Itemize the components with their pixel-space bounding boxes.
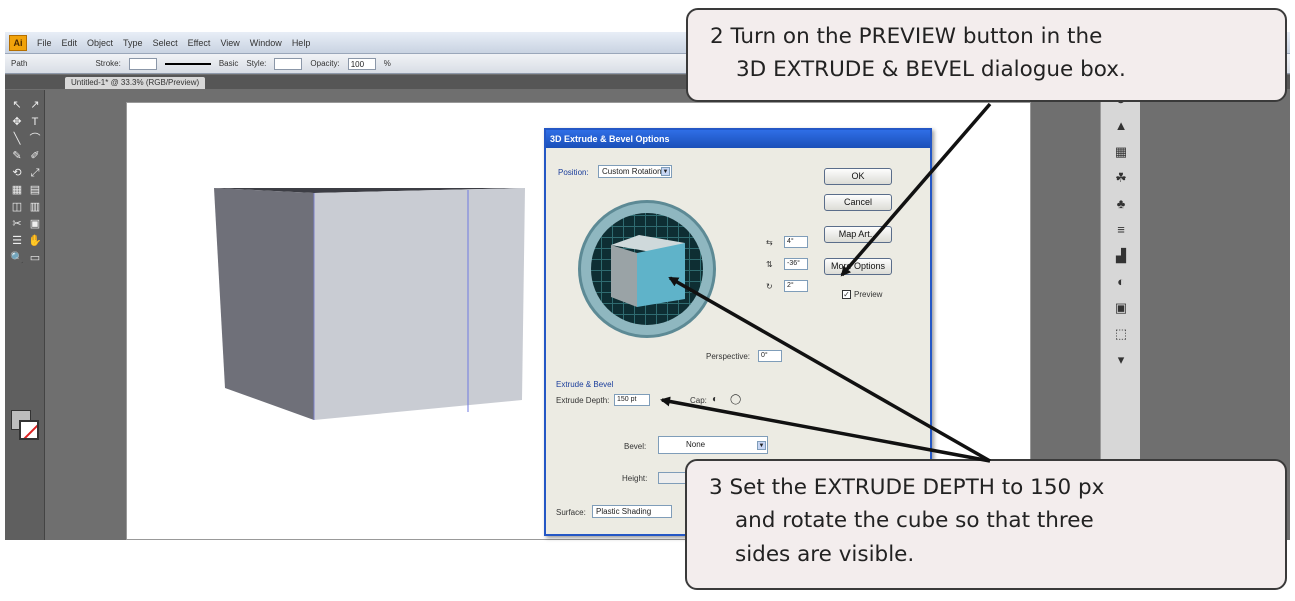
extrude-section-header: Extrude & Bevel	[556, 380, 614, 389]
document-tab[interactable]: Untitled-1* @ 33.3% (RGB/Preview)	[65, 77, 206, 89]
tool-9-icon[interactable]: ⤢	[27, 166, 43, 180]
map-art-button[interactable]: Map Art...	[824, 226, 892, 243]
cap-label: Cap:	[690, 396, 707, 405]
stroke-weight-field[interactable]	[128, 57, 157, 70]
tool-5-icon[interactable]: ⌒	[27, 132, 43, 146]
surface-dropdown[interactable]: Plastic Shading	[592, 505, 672, 518]
brush-basic-label[interactable]: Basic	[219, 59, 239, 68]
cap-on-icon[interactable]: ◐	[712, 394, 718, 405]
tool-19-icon[interactable]: ▭	[27, 251, 43, 265]
dock-panel-1-icon[interactable]: ▲	[1101, 113, 1141, 139]
height-label: Height:	[622, 474, 648, 483]
position-dropdown[interactable]: Custom Rotation ▼	[598, 165, 672, 178]
perspective-label: Perspective:	[706, 352, 751, 361]
tool-2-icon[interactable]: ✥	[9, 115, 25, 129]
menu-select[interactable]: Select	[153, 38, 178, 48]
tool-13-icon[interactable]: ▥	[27, 200, 43, 214]
rotate-y-icon: ⇅	[766, 260, 773, 269]
chevron-down-icon: ▼	[661, 167, 670, 176]
callout-3-line-1: 3 Set the EXTRUDE DEPTH to 150 px	[709, 475, 1105, 500]
dock-panel-3-icon[interactable]: ☘	[1101, 165, 1141, 191]
angle-x-field[interactable]: 4°	[784, 236, 808, 248]
bevel-value: None	[686, 440, 706, 449]
bevel-chevron-down-icon: ▼	[757, 441, 766, 450]
tool-12-icon[interactable]: ◫	[9, 200, 25, 214]
stroke-swatch[interactable]	[19, 420, 39, 440]
more-options-button[interactable]: More Options	[824, 258, 892, 275]
callout-3-line-3: sides are visible.	[735, 541, 915, 567]
dialog-title: 3D Extrude & Bevel Options	[546, 130, 930, 148]
tool-4-icon[interactable]: ╲	[9, 132, 25, 146]
style-label: Style:	[246, 59, 267, 68]
stroke-profile-preview[interactable]	[164, 62, 211, 65]
tool-18-icon[interactable]: 🔍	[9, 251, 25, 265]
bevel-dropdown[interactable]: None ▼	[658, 436, 768, 454]
dock-panel-5-icon[interactable]: ≡	[1101, 217, 1141, 243]
opacity-field[interactable]: 100	[347, 57, 376, 70]
trackball-cube-front	[637, 243, 685, 307]
menu-view[interactable]: View	[220, 38, 239, 48]
ok-button[interactable]: OK	[824, 168, 892, 185]
dock-panel-8-icon[interactable]: ▣	[1101, 295, 1141, 321]
opacity-percent: %	[383, 59, 391, 68]
tool-7-icon[interactable]: ✐	[27, 149, 43, 163]
menu-type[interactable]: Type	[123, 38, 143, 48]
menu-effect[interactable]: Effect	[188, 38, 211, 48]
menu-file[interactable]: File	[37, 38, 52, 48]
dock-panel-4-icon[interactable]: ♣	[1101, 191, 1141, 217]
tool-grid: ↖ ↗ ✥ T ╲ ⌒ ✎ ✐ ⟲ ⤢ ▦ ▤ ◫ ▥ ✂ ▣ ☰ ✋ 🔍 ▭	[9, 98, 43, 265]
dock-panel-10-icon[interactable]: ▾	[1101, 347, 1141, 373]
extrude-depth-label: Extrude Depth:	[556, 396, 610, 405]
tool-10-icon[interactable]: ▦	[9, 183, 25, 197]
callout-2-line-1: 2 Turn on the PREVIEW button in the	[710, 24, 1103, 49]
position-value: Custom Rotation	[602, 167, 662, 176]
tool-8-icon[interactable]: ⟲	[9, 166, 25, 180]
bevel-label: Bevel:	[624, 442, 647, 451]
menu-edit[interactable]: Edit	[62, 38, 78, 48]
menu-help[interactable]: Help	[292, 38, 311, 48]
angle-y-field[interactable]: -36°	[784, 258, 808, 270]
tool-11-icon[interactable]: ▤	[27, 183, 43, 197]
rotate-x-icon: ⇆	[766, 238, 773, 247]
dock-panel-6-icon[interactable]: ▟	[1101, 243, 1141, 269]
trackball-cube-svg	[611, 235, 685, 307]
tool-17-icon[interactable]: ✋	[27, 234, 43, 248]
tool-3-icon[interactable]: T	[27, 115, 43, 129]
preview-label: Preview	[854, 290, 883, 299]
tool-14-icon[interactable]: ✂	[9, 217, 25, 231]
menu-object[interactable]: Object	[87, 38, 113, 48]
tool-15-icon[interactable]: ▣	[27, 217, 43, 231]
cap-off-icon[interactable]: ◯	[730, 394, 741, 405]
dock-panel-7-icon[interactable]: ◐	[1101, 269, 1141, 295]
rotate-z-icon: ↻	[766, 282, 773, 291]
angle-z-field[interactable]: 2°	[784, 280, 808, 292]
position-label: Position:	[558, 168, 589, 177]
callout-2-line-2: 3D EXTRUDE & BEVEL dialogue box.	[736, 57, 1126, 83]
callout-step-2: 2 Turn on the PREVIEW button in the 3D E…	[686, 8, 1287, 102]
tool-16-icon[interactable]: ☰	[9, 234, 25, 248]
style-swatch[interactable]	[274, 57, 303, 70]
stroke-label: Stroke:	[95, 59, 121, 68]
callout-3-line-2: and rotate the cube so that three	[735, 508, 1094, 534]
tool-6-icon[interactable]: ✎	[9, 149, 25, 163]
illustrator-logo: Ai	[9, 34, 27, 51]
dock-panel-9-icon[interactable]: ⬚	[1101, 321, 1141, 347]
surface-value: Plastic Shading	[596, 507, 652, 516]
cancel-button[interactable]: Cancel	[824, 194, 892, 211]
tools-panel: ↖ ↗ ✥ T ╲ ⌒ ✎ ✐ ⟲ ⤢ ▦ ▤ ◫ ▥ ✂ ▣ ☰ ✋ 🔍 ▭	[5, 90, 45, 540]
object-type-label: Path	[11, 59, 28, 68]
extrude-depth-field[interactable]: 150 pt	[614, 394, 650, 406]
surface-label: Surface:	[556, 508, 586, 517]
trackball-cube-left	[611, 245, 637, 307]
preview-checkbox[interactable]: ✓	[842, 290, 851, 299]
menu-window[interactable]: Window	[250, 38, 282, 48]
tool-1-icon[interactable]: ↗	[27, 98, 43, 112]
tool-0-icon[interactable]: ↖	[9, 98, 25, 112]
opacity-label: Opacity:	[310, 59, 340, 68]
rotation-trackball[interactable]	[578, 200, 716, 338]
dock-panel-2-icon[interactable]: ▦	[1101, 139, 1141, 165]
perspective-field[interactable]: 0°	[758, 350, 782, 362]
callout-step-3: 3 Set the EXTRUDE DEPTH to 150 px and ro…	[685, 459, 1287, 590]
